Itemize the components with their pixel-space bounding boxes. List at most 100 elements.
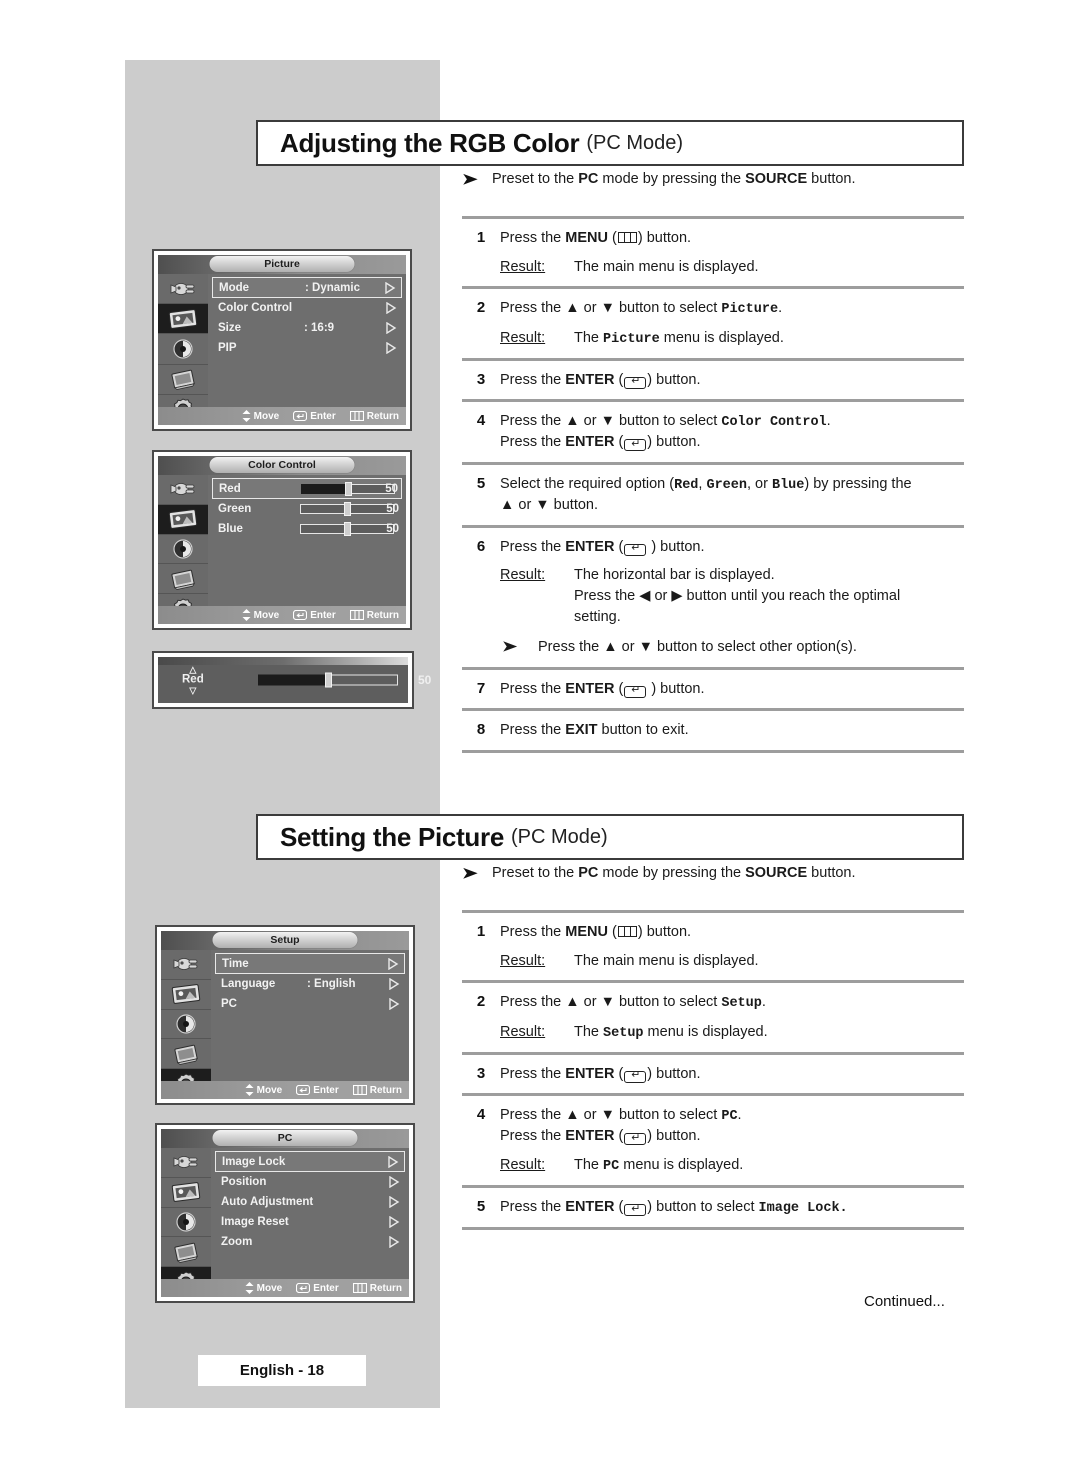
blue-slider[interactable] [300,522,394,536]
osd-slider-rows[interactable]: Red 50 Green 50 Blue 50 [208,475,406,624]
osd-footer-move: Move [242,609,279,621]
result-text: The Picture menu is displayed. [574,329,784,347]
chevron-right-icon [389,998,400,1010]
preset-note-text: Preset to the PC mode by pressing the SO… [492,171,856,187]
step-number: 1 [476,923,486,941]
step-number: 2 [476,993,486,1011]
osd-pc-menu[interactable]: PC Image Lock Position Auto Adjustment I… [155,1123,415,1303]
osd-row-zoom[interactable]: Zoom [215,1232,405,1252]
chevron-right-icon [389,1216,400,1228]
step-8-rgb: 8 Press the EXIT button to exit. [462,711,964,750]
osd-row-language[interactable]: Language : English [215,974,405,994]
widget-value: 50 [418,673,432,687]
step-body: Press the ▲ or ▼ button to select Pictur… [500,298,964,348]
sidebar-icon-picture-screen[interactable] [161,979,211,1010]
sidebar-icon-sound-speaker[interactable] [161,1207,211,1238]
step-3-rgb: 3 Press the ENTER (↵) button. [462,361,964,400]
osd-picture-menu[interactable]: Picture Mode: Dynamic Color Control Siz… [152,249,412,431]
sidebar-icon-picture-screen[interactable] [158,304,208,335]
osd-row-pip[interactable]: PIP [212,338,402,358]
osd-row-auto-adjustment[interactable]: Auto Adjustment [215,1192,405,1212]
sidebar-icon-input-plug[interactable] [158,274,208,305]
result-label: Result: [500,1157,546,1174]
osd-menu-rows[interactable]: Time Language : English PC [211,950,409,1099]
osd-row-image-reset[interactable]: Image Reset [215,1212,405,1232]
chevron-right-icon [386,322,397,334]
step-7-rgb: 7 Press the ENTER (↵ ) button. [462,670,964,709]
sidebar-icon-sound-speaker[interactable] [158,534,208,565]
osd-row-color-control[interactable]: Color Control [212,298,402,318]
enter-key-icon [296,1085,311,1095]
osd-red-bar-widget[interactable]: △ Red ▽ 50 [152,651,431,709]
osd-slider-row-green[interactable]: Green 50 [212,499,402,519]
sub-note-row: ➤ Press the ▲ or ▼ button to select othe… [500,637,964,658]
osd-slider-row-red[interactable]: Red 50 [212,478,402,499]
osd-sidebar[interactable] [161,1148,211,1297]
sidebar-icon-input-plug[interactable] [161,950,211,980]
step-instruction-line2: ▲ or ▼ button. [500,497,599,514]
result-line-2: Press the ◀ or ▶ button until you reach … [574,587,901,604]
sidebar-icon-channel-book[interactable] [161,1237,211,1268]
osd-row-label: Image Reset [221,1216,289,1228]
sidebar-icon-channel-book[interactable] [158,564,208,595]
osd-row-label: PC [221,998,237,1010]
enter-key-icon [296,1283,311,1293]
chevron-right-icon [385,281,396,294]
step-1-rgb: 1 Press the MENU () button. Result: The … [462,219,964,286]
result-label: Result: [500,952,546,969]
osd-row-mode[interactable]: Mode : Dynamic [212,277,402,298]
osd-color-control-menu[interactable]: Color Control Red 50 Green 50 Blue 50 Mo… [152,450,412,630]
step-instruction-line2: Press the ENTER (↵) button. [500,1128,701,1146]
result-row: Result: The horizontal bar is displayed.… [500,565,964,627]
red-slider[interactable] [301,481,395,496]
step-instruction: Press the ▲ or ▼ button to select Setup. [500,994,766,1012]
chevron-right-icon [386,302,397,314]
osd-slider-row-blue[interactable]: Blue 50 [212,519,402,539]
sidebar-icon-picture-screen[interactable] [158,504,208,535]
step-number: 8 [476,721,486,739]
osd-row-value: : Dynamic [305,281,360,294]
osd-setup-menu[interactable]: Setup Time Language: English PC Move En… [155,925,415,1105]
osd-sidebar[interactable] [158,274,208,425]
osd-row-time[interactable]: Time [215,953,405,974]
step-instruction-line1: Press the ▲ or ▼ button to select Color … [500,413,831,431]
osd-titlebar: PC [161,1129,409,1148]
sidebar-icon-input-plug[interactable] [161,1148,211,1178]
step-body: Press the ENTER (↵) button. [500,370,964,391]
osd-sidebar[interactable] [161,950,211,1099]
chevron-right-icon [386,342,397,354]
step-instruction-line2: Press the ENTER (↵) button. [500,434,701,452]
sidebar-icon-picture-screen[interactable] [161,1177,211,1208]
updown-arrow-icon [245,1084,254,1096]
osd-sidebar[interactable] [158,475,208,624]
result-label: Result: [500,329,546,346]
green-slider[interactable] [300,502,394,516]
osd-slider-value: 50 [385,482,398,495]
sidebar-icon-channel-book[interactable] [158,364,208,395]
osd-row-image-lock[interactable]: Image Lock [215,1151,405,1172]
sidebar-icon-sound-speaker[interactable] [161,1009,211,1040]
step-5-setting: 5 Press the ENTER (↵) button to select I… [462,1188,964,1227]
divider [462,749,964,753]
sidebar-icon-input-plug[interactable] [158,475,208,505]
osd-menu-rows[interactable]: Mode : Dynamic Color Control Size : 16:9… [208,274,406,425]
widget-label: △ Red ▽ [182,665,204,695]
osd-row-size[interactable]: Size : 16:9 [212,318,402,338]
osd-row-position[interactable]: Position [215,1172,405,1192]
osd-row-pc[interactable]: PC [215,994,405,1014]
heading-sub-title: (PC Mode) [586,131,684,154]
sidebar-icon-channel-book[interactable] [161,1039,211,1070]
result-label: Result: [500,567,546,584]
sidebar-icon-sound-speaker[interactable] [158,334,208,365]
osd-footer-move: Move [245,1084,282,1096]
osd-row-label: Time [222,957,249,970]
osd-footer: Move Enter Return [161,1279,409,1297]
menu-key-icon [349,411,364,421]
step-body: Press the ENTER (↵ ) button. Result: The… [500,537,964,658]
osd-row-label: Red [219,482,241,495]
step-6-rgb: 6 Press the ENTER (↵ ) button. Result: T… [462,528,964,667]
osd-menu-rows[interactable]: Image Lock Position Auto Adjustment Imag… [211,1148,409,1297]
step-body: Press the ▲ or ▼ button to select Setup.… [500,992,964,1042]
preset-note-setting: ➤ Preset to the PC mode by pressing the … [462,864,964,884]
widget-red-slider[interactable] [258,672,398,688]
